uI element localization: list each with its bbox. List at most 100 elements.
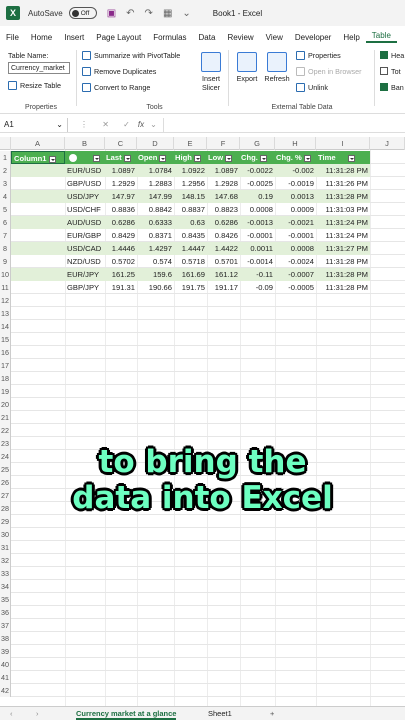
- tab-insert[interactable]: Insert: [58, 33, 90, 42]
- header-cell[interactable]: Time: [316, 151, 370, 164]
- row-header[interactable]: 7: [0, 229, 11, 242]
- table-cell[interactable]: 0.5718: [174, 255, 207, 268]
- table-cell[interactable]: 1.4446: [105, 242, 137, 255]
- redo-icon[interactable]: ↷: [145, 8, 153, 19]
- row-header[interactable]: 9: [0, 255, 11, 268]
- row-header[interactable]: 31: [0, 541, 11, 554]
- row-header[interactable]: 41: [0, 671, 11, 684]
- row-header[interactable]: 21: [0, 411, 11, 424]
- column-header[interactable]: E: [174, 137, 207, 150]
- table-cell[interactable]: 0.8836: [105, 203, 137, 216]
- row-header[interactable]: 38: [0, 632, 11, 645]
- table-cell[interactable]: -0.0025: [240, 177, 275, 190]
- row-header[interactable]: 16: [0, 346, 11, 359]
- table-cell[interactable]: 1.0897: [207, 164, 240, 177]
- table-cell[interactable]: 0.6333: [137, 216, 174, 229]
- table-cell[interactable]: 1.4447: [174, 242, 207, 255]
- select-all-corner[interactable]: [0, 137, 11, 150]
- table-cell[interactable]: 0.574: [137, 255, 174, 268]
- more-icon[interactable]: ⌄: [182, 8, 190, 19]
- table-cell[interactable]: -0.0019: [275, 177, 316, 190]
- row-header[interactable]: 12: [0, 294, 11, 307]
- table-cell[interactable]: 1.0897: [105, 164, 137, 177]
- filter-dropdown-icon[interactable]: [259, 154, 267, 162]
- table-cell[interactable]: -0.0022: [240, 164, 275, 177]
- row-header[interactable]: 37: [0, 619, 11, 632]
- currency-pair-cell[interactable]: GBP/JPY: [65, 281, 105, 294]
- total-row-checkbox[interactable]: Tot: [380, 64, 405, 78]
- table-cell[interactable]: -0.0005: [275, 281, 316, 294]
- currency-pair-cell[interactable]: EUR/JPY: [65, 268, 105, 281]
- tab-review[interactable]: Review: [221, 33, 259, 42]
- currency-pair-cell[interactable]: USD/CHF: [65, 203, 105, 216]
- currency-pair-cell[interactable]: NZD/USD: [65, 255, 105, 268]
- header-row-checkbox[interactable]: Hea: [380, 48, 405, 62]
- filter-dropdown-icon[interactable]: [347, 154, 355, 162]
- table-cell[interactable]: 11:31:03 PM: [316, 203, 370, 216]
- row-header[interactable]: 36: [0, 606, 11, 619]
- autosave-toggle[interactable]: Off: [68, 7, 97, 19]
- row-header[interactable]: 4: [0, 190, 11, 203]
- table-cell[interactable]: 0.8371: [137, 229, 174, 242]
- currency-pair-cell[interactable]: USD/JPY: [65, 190, 105, 203]
- currency-pair-cell[interactable]: EUR/USD: [65, 164, 105, 177]
- header-cell[interactable]: Last: [105, 151, 137, 164]
- table-cell[interactable]: 0.8429: [105, 229, 137, 242]
- scroll-left-icon[interactable]: ‹: [10, 709, 13, 718]
- filter-dropdown-icon[interactable]: [159, 154, 167, 162]
- table-cell[interactable]: 1.2883: [137, 177, 174, 190]
- column-header[interactable]: H: [275, 137, 316, 150]
- table-cell[interactable]: 159.6: [137, 268, 174, 281]
- filter-dropdown-icon[interactable]: [225, 154, 233, 162]
- table-cell[interactable]: 0.6286: [105, 216, 137, 229]
- table-cell[interactable]: [11, 164, 65, 177]
- table-cell[interactable]: -0.0021: [275, 216, 316, 229]
- table-cell[interactable]: -0.0007: [275, 268, 316, 281]
- filter-dropdown-icon[interactable]: [123, 154, 131, 162]
- tab-file[interactable]: File: [0, 33, 25, 42]
- banded-rows-checkbox[interactable]: Ban: [380, 80, 405, 94]
- table-cell[interactable]: [11, 281, 65, 294]
- table-cell[interactable]: 11:31:24 PM: [316, 229, 370, 242]
- row-header[interactable]: 15: [0, 333, 11, 346]
- table-cell[interactable]: -0.09: [240, 281, 275, 294]
- tab-developer[interactable]: Developer: [289, 33, 337, 42]
- properties-button[interactable]: Properties: [296, 48, 362, 62]
- tab-table[interactable]: Table: [365, 31, 397, 43]
- table-cell[interactable]: 0.8823: [207, 203, 240, 216]
- table-cell[interactable]: 0.8842: [137, 203, 174, 216]
- column-header[interactable]: C: [105, 137, 137, 150]
- row-header[interactable]: 17: [0, 359, 11, 372]
- table-cell[interactable]: 0.63: [174, 216, 207, 229]
- table-cell[interactable]: 0.0009: [275, 203, 316, 216]
- table-cell[interactable]: 11:31:24 PM: [316, 216, 370, 229]
- column-header[interactable]: B: [65, 137, 105, 150]
- table-cell[interactable]: 11:31:28 PM: [316, 255, 370, 268]
- column-header[interactable]: D: [137, 137, 174, 150]
- row-header[interactable]: 8: [0, 242, 11, 255]
- header-cell[interactable]: Open: [137, 151, 174, 164]
- table-cell[interactable]: 0.6286: [207, 216, 240, 229]
- name-box[interactable]: A1 ⌄: [0, 117, 68, 132]
- table-cell[interactable]: 0.0008: [275, 242, 316, 255]
- table-cell[interactable]: 11:31:28 PM: [316, 281, 370, 294]
- row-header[interactable]: 20: [0, 398, 11, 411]
- filter-dropdown-icon[interactable]: [93, 154, 100, 162]
- table-cell[interactable]: 11:31:28 PM: [316, 268, 370, 281]
- row-header[interactable]: 1: [0, 151, 11, 164]
- table-cell[interactable]: 191.31: [105, 281, 137, 294]
- tab-help[interactable]: Help: [337, 33, 365, 42]
- row-header[interactable]: 32: [0, 554, 11, 567]
- table-cell[interactable]: 1.2929: [105, 177, 137, 190]
- table-cell[interactable]: 161.25: [105, 268, 137, 281]
- row-header[interactable]: 18: [0, 372, 11, 385]
- table-cell[interactable]: 0.0011: [240, 242, 275, 255]
- column-header[interactable]: F: [207, 137, 240, 150]
- row-header[interactable]: 19: [0, 385, 11, 398]
- table-cell[interactable]: -0.11: [240, 268, 275, 281]
- row-header[interactable]: 5: [0, 203, 11, 216]
- row-header[interactable]: 10: [0, 268, 11, 281]
- header-cell[interactable]: Chg. %: [275, 151, 316, 164]
- row-header[interactable]: 40: [0, 658, 11, 671]
- table-cell[interactable]: 1.0784: [137, 164, 174, 177]
